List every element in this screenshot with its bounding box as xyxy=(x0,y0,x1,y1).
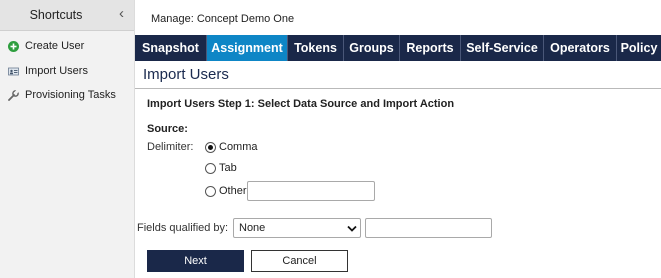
import-users-icon xyxy=(8,66,19,77)
sidebar-item-label: Create User xyxy=(25,40,85,52)
plus-circle-icon xyxy=(8,40,19,52)
source-label: Source: xyxy=(147,123,188,135)
radio-comma-label: Comma xyxy=(219,141,258,153)
radio-tab[interactable] xyxy=(205,162,216,174)
fields-qualified-input[interactable] xyxy=(365,218,492,238)
sidebar-item-provisioning-tasks[interactable]: Provisioning Tasks xyxy=(8,86,116,104)
tab-policy[interactable]: Policy xyxy=(617,35,661,61)
delimiter-label: Delimiter: xyxy=(147,141,194,153)
chevron-down-icon xyxy=(344,225,360,232)
next-button[interactable]: Next xyxy=(147,250,244,272)
tab-assignment[interactable]: Assignment xyxy=(207,35,288,61)
delimiter-option-tab[interactable]: Tab xyxy=(205,162,237,174)
page-title: Import Users xyxy=(143,66,229,83)
tab-self-service[interactable]: Self-Service xyxy=(461,35,544,61)
sidebar-title: Shortcuts xyxy=(29,8,83,22)
step-heading: Import Users Step 1: Select Data Source … xyxy=(147,98,455,110)
fields-qualified-select[interactable]: None xyxy=(233,218,361,238)
tab-snapshot[interactable]: Snapshot xyxy=(135,35,207,61)
radio-other-label: Other xyxy=(219,185,247,197)
title-divider xyxy=(135,88,661,89)
main-tabs: Snapshot Assignment Tokens Groups Report… xyxy=(135,35,661,61)
delimiter-option-comma[interactable]: Comma xyxy=(205,141,258,153)
radio-comma[interactable] xyxy=(205,141,216,153)
cancel-button[interactable]: Cancel xyxy=(251,250,348,272)
tab-tokens[interactable]: Tokens xyxy=(288,35,344,61)
other-delimiter-input[interactable] xyxy=(247,181,375,201)
manage-breadcrumb: Manage: Concept Demo One xyxy=(151,13,295,25)
tab-operators[interactable]: Operators xyxy=(544,35,617,61)
delimiter-option-other[interactable]: Other xyxy=(205,185,247,197)
radio-other[interactable] xyxy=(205,185,216,197)
radio-tab-label: Tab xyxy=(219,162,237,174)
sidebar: Shortcuts ‹ Create User Import Users Pro… xyxy=(0,0,135,278)
sidebar-item-create-user[interactable]: Create User xyxy=(8,37,84,55)
tab-groups[interactable]: Groups xyxy=(344,35,400,61)
tab-reports[interactable]: Reports xyxy=(400,35,461,61)
wrench-icon xyxy=(8,89,19,101)
sidebar-header: Shortcuts ‹ xyxy=(0,0,134,31)
sidebar-item-import-users[interactable]: Import Users xyxy=(8,62,88,80)
sidebar-item-label: Provisioning Tasks xyxy=(25,89,116,101)
chevron-left-icon[interactable]: ‹ xyxy=(119,5,124,22)
fields-qualified-value: None xyxy=(239,222,266,234)
fields-qualified-label: Fields qualified by: xyxy=(137,222,229,234)
sidebar-item-label: Import Users xyxy=(25,65,88,77)
